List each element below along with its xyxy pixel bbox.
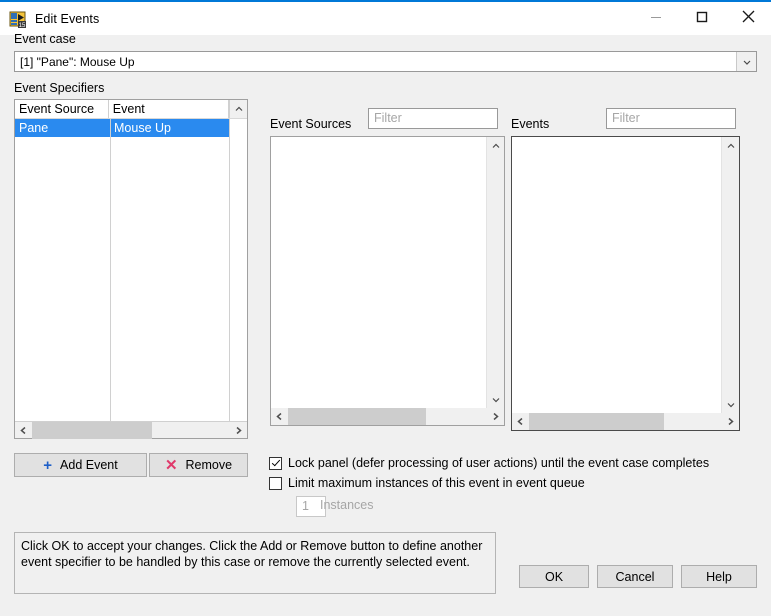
chevron-up-icon[interactable] [229,100,247,118]
title-bar: 15 Edit Events [0,0,771,35]
vertical-scrollbar[interactable] [486,137,504,408]
scrollbar-track[interactable] [288,408,487,425]
lock-panel-checkbox[interactable] [269,456,282,470]
close-icon [742,10,754,23]
close-button[interactable] [725,0,771,33]
scrollbar-track[interactable] [32,421,230,439]
description-text: Click OK to accept your changes. Click t… [14,532,496,594]
cell-event: Mouse Up [110,119,232,137]
chevron-up-icon[interactable] [722,137,739,154]
chevron-left-icon[interactable] [512,413,529,430]
scrollbar-thumb[interactable] [288,408,426,425]
column-header-event-source[interactable]: Event Source [15,100,109,118]
remove-label: Remove [185,458,233,472]
add-event-button[interactable]: + Add Event [14,453,147,477]
close-x-icon: ✕ [164,456,178,474]
scrollbar-track[interactable] [529,413,722,430]
table-body: Pane Mouse Up [15,119,247,421]
lock-panel-label: Lock panel (defer processing of user act… [288,456,710,470]
limit-instances-checkbox-row[interactable]: Limit maximum instances of this event in… [269,476,585,490]
event-case-value: [1] "Pane": Mouse Up [20,54,135,69]
maximize-icon [696,11,708,22]
cancel-label: Cancel [615,569,655,584]
plus-icon: + [43,456,53,474]
limit-instances-label: Limit maximum instances of this event in… [288,476,585,490]
chevron-right-icon[interactable] [487,408,504,425]
event-sources-label: Event Sources [270,117,352,131]
chevron-right-icon[interactable] [230,422,247,439]
minimize-button[interactable] [633,0,679,33]
help-label: Help [706,569,732,584]
event-specifiers-table[interactable]: Event Source Event Pane Mouse Up [14,99,248,439]
events-tree[interactable]: MouseMouse DownMouse Down?Mouse EnterMou… [511,136,740,431]
chevron-left-icon[interactable] [271,408,288,425]
table-row[interactable]: Pane Mouse Up [15,119,247,137]
chevron-up-icon[interactable] [487,137,504,154]
column-header-event[interactable]: Event [109,100,230,118]
scrollbar-thumb[interactable] [32,421,152,439]
remove-button[interactable]: ✕ Remove [149,453,248,477]
horizontal-scrollbar[interactable] [512,413,739,430]
cancel-button[interactable]: Cancel [597,565,673,588]
events-label: Events [511,117,550,131]
events-filter-input[interactable]: Filter [606,108,736,129]
labview-edit-events-icon: 15 [9,10,27,29]
maximize-button[interactable] [679,0,725,33]
vertical-scrollbar-track[interactable] [229,119,247,421]
event-case-label: Event case [14,32,76,46]
event-case-dropdown[interactable]: [1] "Pane": Mouse Up [14,51,757,72]
window-title: Edit Events [35,11,100,26]
vertical-scrollbar[interactable] [721,137,739,413]
chevron-down-icon[interactable] [736,52,756,71]
event-sources-filter-input[interactable]: Filter [368,108,498,129]
horizontal-scrollbar[interactable] [271,408,504,425]
ok-button[interactable]: OK [519,565,589,588]
column-divider [110,119,111,421]
chevron-right-icon[interactable] [722,413,739,430]
limit-instances-checkbox[interactable] [269,476,282,490]
horizontal-scrollbar[interactable] [15,421,247,439]
table-header: Event Source Event [15,100,247,119]
chevron-left-icon[interactable] [15,422,32,439]
event-sources-tree[interactable]: <Application><This VI>DynamicPanesPaneSp… [270,136,505,426]
instances-label: Instances [320,498,374,512]
cell-event-source: Pane [15,119,110,137]
minimize-icon [651,16,661,18]
window-controls [633,0,771,33]
help-button[interactable]: Help [681,565,757,588]
event-specifiers-label: Event Specifiers [14,81,105,95]
add-event-label: Add Event [60,458,118,472]
chevron-down-icon[interactable] [487,391,504,408]
lock-panel-checkbox-row[interactable]: Lock panel (defer processing of user act… [269,456,709,470]
scrollbar-thumb[interactable] [529,413,664,430]
ok-label: OK [544,569,564,584]
svg-text:15: 15 [19,23,26,28]
chevron-down-icon[interactable] [722,396,739,413]
